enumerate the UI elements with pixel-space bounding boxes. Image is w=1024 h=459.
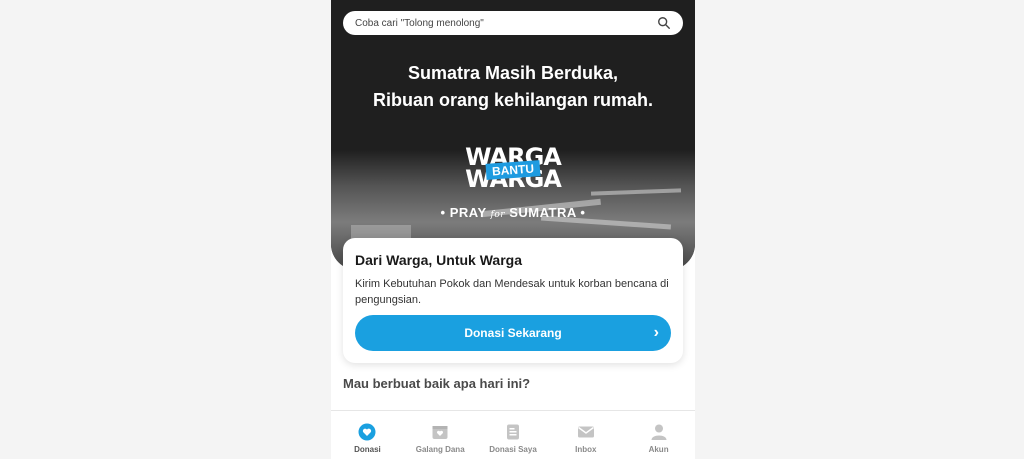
card-title: Dari Warga, Untuk Warga [355, 252, 522, 268]
nav-label: Galang Dana [415, 445, 465, 454]
search-bar[interactable] [343, 11, 683, 35]
nav-label: Akun [648, 445, 669, 454]
pray-for: for [490, 210, 506, 220]
nav-item-akun[interactable]: Akun [622, 411, 695, 459]
warga-bantu-warga-logo: WARGA WARGA BANTU [331, 145, 695, 191]
headline-line-2: Ribuan orang kehilangan rumah. [372, 90, 654, 110]
nav-label: Donasi [354, 445, 381, 454]
pray-for-sumatra: • PRAY for SUMATRA • [331, 205, 695, 220]
user-icon [651, 424, 667, 440]
pray-suffix: SUMATRA • [509, 205, 586, 220]
hero-banner[interactable]: Sumatra Masih Berduka, Ribuan orang kehi… [331, 0, 695, 270]
mail-icon [577, 426, 594, 438]
bottom-nav: Donasi Galang Dana Donasi Saya Inbox Aku… [331, 410, 695, 459]
card-description: Kirim Kebutuhan Pokok dan Mendesak untuk… [355, 278, 669, 306]
fundraise-icon [432, 426, 448, 439]
donate-now-button[interactable]: Donasi Sekarang › [355, 315, 671, 351]
donation-card: Dari Warga, Untuk Warga Kirim Kebutuhan … [343, 238, 683, 363]
search-icon[interactable] [657, 16, 671, 30]
nav-label: Inbox [575, 445, 597, 454]
nav-item-donasi-saya[interactable]: Donasi Saya [477, 411, 550, 459]
search-input[interactable] [355, 17, 657, 29]
nav-item-inbox[interactable]: Inbox [549, 411, 622, 459]
app-screen: Sumatra Masih Berduka, Ribuan orang kehi… [331, 0, 695, 459]
nav-item-donasi[interactable]: Donasi [331, 411, 404, 459]
section-title: Mau berbuat baik apa hari ini? [343, 376, 531, 391]
heart-icon [358, 423, 376, 441]
donate-now-label: Donasi Sekarang [464, 326, 562, 340]
pray-prefix: • PRAY [440, 205, 487, 220]
hero-headline: Sumatra Masih Berduka, Ribuan orang kehi… [331, 60, 695, 114]
chevron-right-icon: › [653, 324, 659, 341]
nav-label: Donasi Saya [489, 445, 537, 454]
document-icon [506, 424, 519, 440]
headline-line-1: Sumatra Masih Berduka, [407, 63, 619, 83]
nav-item-galang-dana[interactable]: Galang Dana [404, 411, 477, 459]
